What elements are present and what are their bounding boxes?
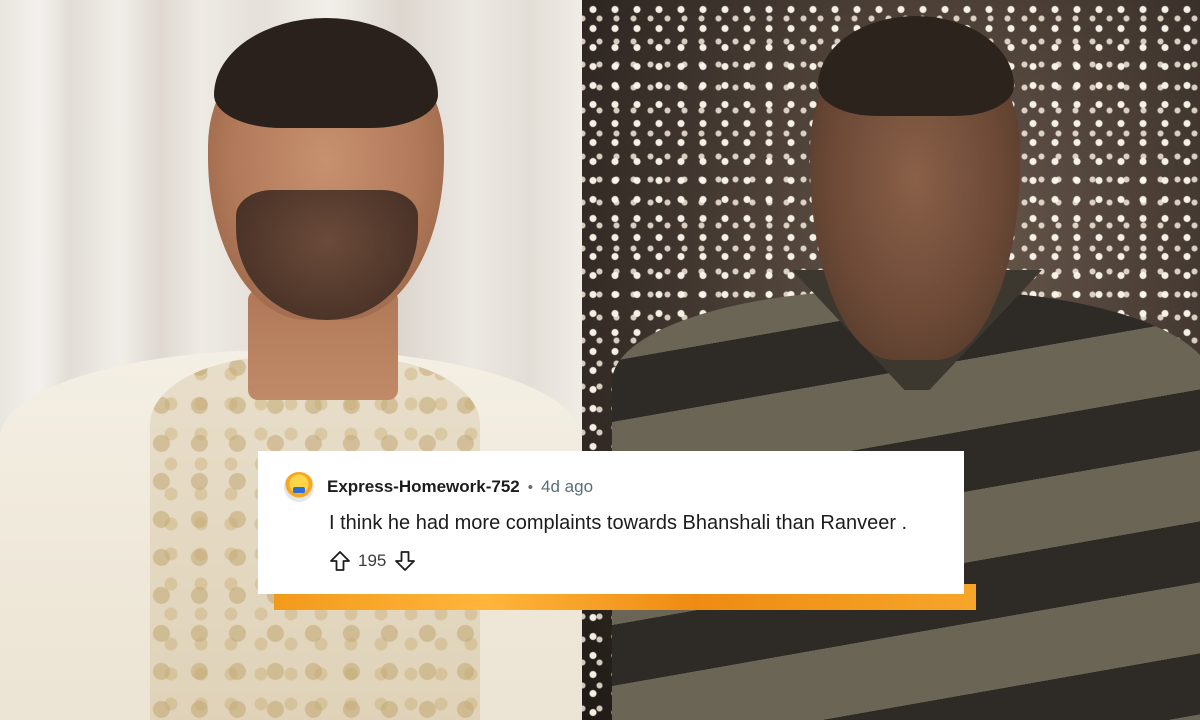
vote-row: 195 bbox=[328, 548, 964, 574]
comment-card: Express-Homework-752 • 4d ago I think he… bbox=[258, 451, 964, 594]
meta-separator: • bbox=[527, 478, 534, 496]
comment-meta: Express-Homework-752 • 4d ago bbox=[284, 472, 964, 502]
arrow-up-outline-icon[interactable] bbox=[328, 549, 352, 573]
hair bbox=[818, 16, 1014, 116]
comment-body: I think he had more complaints towards B… bbox=[329, 512, 908, 534]
right-photo bbox=[582, 0, 1200, 720]
vote-count: 195 bbox=[358, 551, 387, 570]
snoo-avatar-icon[interactable] bbox=[284, 472, 314, 502]
comment-timestamp[interactable]: 4d ago bbox=[541, 477, 593, 497]
hair bbox=[214, 18, 438, 128]
comment-username[interactable]: Express-Homework-752 bbox=[327, 477, 520, 497]
arrow-down-outline-icon[interactable] bbox=[393, 549, 417, 573]
left-photo bbox=[0, 0, 582, 720]
